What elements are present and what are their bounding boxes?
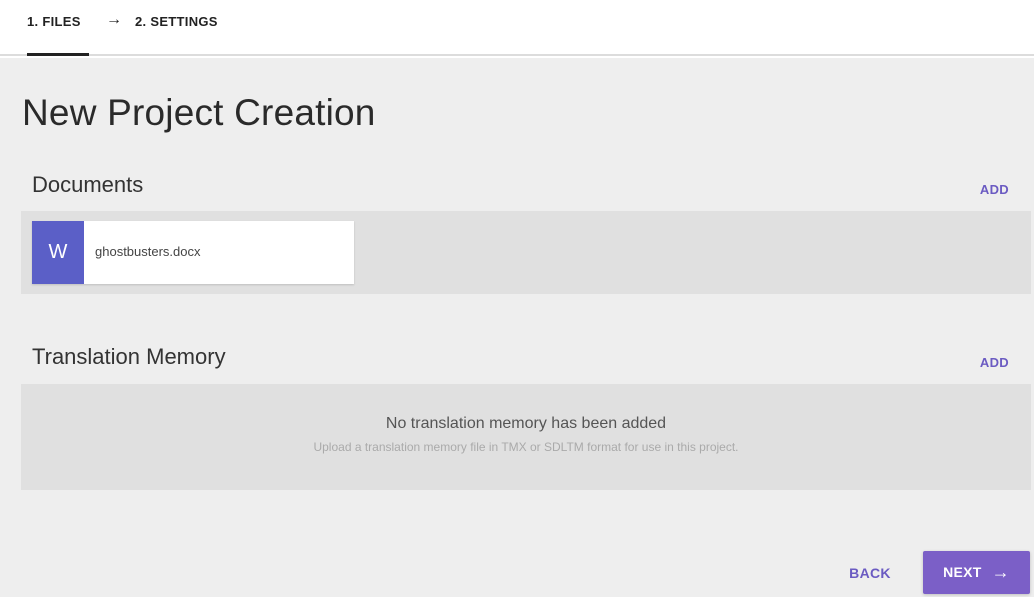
word-file-icon: W	[32, 221, 84, 284]
translation-memory-panel: No translation memory has been added Upl…	[21, 384, 1031, 490]
empty-state-title: No translation memory has been added	[385, 415, 667, 432]
add-document-button[interactable]: ADD	[980, 182, 1009, 197]
page-title: New Project Creation	[22, 92, 376, 133]
back-button[interactable]: BACK	[838, 552, 902, 594]
documents-heading: Documents	[32, 172, 144, 197]
active-step-indicator	[27, 53, 89, 56]
next-button-label: NEXT	[943, 564, 982, 580]
next-button[interactable]: NEXT →	[923, 551, 1030, 594]
empty-state-subtitle: Upload a translation memory file in TMX …	[313, 440, 739, 454]
step-settings[interactable]: 2. SETTINGS	[135, 14, 218, 29]
step-files[interactable]: 1. FILES	[27, 14, 81, 29]
file-card[interactable]: W ghostbusters.docx	[32, 221, 354, 284]
arrow-right-icon: →	[991, 562, 1010, 582]
stepper: 1. FILES → 2. SETTINGS	[0, 0, 1034, 56]
translation-memory-heading: Translation Memory	[32, 344, 226, 369]
file-name: ghostbusters.docx	[95, 244, 201, 259]
main-content: New Project Creation Documents ADD W gho…	[0, 58, 1034, 597]
add-translation-memory-button[interactable]: ADD	[980, 355, 1009, 370]
documents-panel: W ghostbusters.docx	[21, 211, 1031, 294]
arrow-right-icon: →	[106, 11, 122, 28]
